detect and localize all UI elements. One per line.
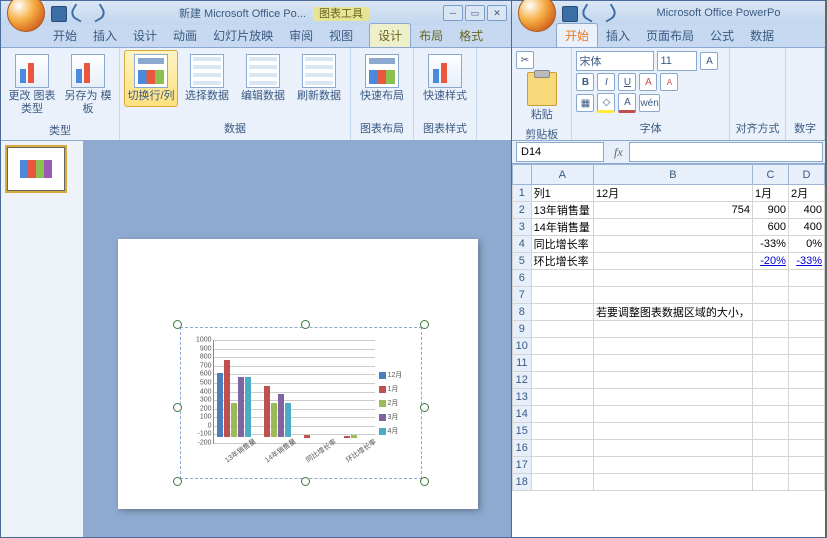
quick-style-button[interactable]: 快速样式 — [418, 50, 472, 107]
edit-data-button[interactable]: 编辑数据 — [236, 50, 290, 107]
tab-page-layout[interactable]: 页面布局 — [638, 24, 702, 47]
powerpoint-window: 新建 Microsoft Office Po... 图表工具 ─ ▭ ✕ 开始 … — [0, 0, 512, 538]
resize-handle[interactable] — [173, 477, 182, 486]
slide-editor[interactable]: -200-10001002003004005006007008009001000… — [84, 141, 511, 537]
paste-icon — [527, 72, 557, 106]
group-layout: 快速布局 图表布局 — [351, 48, 414, 140]
save-icon[interactable] — [51, 6, 65, 20]
resize-handle[interactable] — [301, 477, 310, 486]
tab-view[interactable]: 视图 — [321, 24, 361, 47]
italic-button[interactable]: I — [597, 73, 615, 91]
tab-chart-design[interactable]: 设计 — [369, 23, 411, 47]
name-box[interactable]: D14 — [516, 142, 604, 162]
ppt-ribbon-tabs: 开始 插入 设计 动画 幻灯片放映 审阅 视图 设计 布局 格式 — [1, 25, 511, 47]
resize-handle[interactable] — [173, 320, 182, 329]
group-style: 快速样式 图表样式 — [414, 48, 477, 140]
formula-bar: D14 fx — [512, 141, 825, 164]
shrink-font-icon[interactable]: A — [660, 73, 678, 91]
undo-icon[interactable] — [71, 6, 85, 20]
window-title: Microsoft Office PowerPo — [616, 7, 821, 19]
grow-font-icon[interactable]: A — [639, 73, 657, 91]
tab-animation[interactable]: 动画 — [165, 24, 205, 47]
phonetic-button[interactable]: wén — [639, 94, 659, 112]
change-chart-type-button[interactable]: 更改 图表类型 — [5, 50, 59, 120]
group-data: 切换行/列 选择数据 编辑数据 刷新数据 数据 — [120, 48, 351, 140]
switch-row-col-button[interactable]: 切换行/列 — [124, 50, 178, 107]
slide-canvas[interactable]: -200-10001002003004005006007008009001000… — [118, 239, 478, 509]
restore-button[interactable]: ▭ — [465, 5, 485, 21]
tab-chart-format[interactable]: 格式 — [451, 24, 491, 47]
resize-handle[interactable] — [420, 403, 429, 412]
quick-access-toolbar — [51, 6, 105, 20]
tab-data[interactable]: 数据 — [742, 24, 782, 47]
group-font: 宋体 11 A B I U A A ▦ ◇ A wén 字体 — [572, 48, 729, 140]
refresh-data-button[interactable]: 刷新数据 — [292, 50, 346, 107]
group-align: 对齐方式 — [730, 48, 786, 140]
formula-input[interactable] — [629, 142, 823, 162]
grow-font-button[interactable]: A — [700, 52, 718, 70]
excel-ribbon-tabs: 开始 插入 页面布局 公式 数据 — [512, 25, 825, 47]
tab-insert[interactable]: 插入 — [598, 24, 638, 47]
slide-thumbnail-panel: 1 — [1, 141, 84, 537]
border-button[interactable]: ▦ — [576, 94, 594, 112]
tab-slideshow[interactable]: 幻灯片放映 — [205, 24, 281, 47]
resize-handle[interactable] — [420, 320, 429, 329]
redo-icon[interactable] — [602, 6, 616, 20]
slide-thumbnail[interactable] — [7, 147, 65, 191]
select-data-button[interactable]: 选择数据 — [180, 50, 234, 107]
save-icon[interactable] — [562, 6, 576, 20]
font-size-select[interactable]: 11 — [657, 51, 697, 71]
resize-handle[interactable] — [301, 320, 310, 329]
chart-plot: -200-10001002003004005006007008009001000… — [187, 334, 415, 472]
paste-button[interactable]: 粘贴 — [516, 70, 567, 124]
tab-home[interactable]: 开始 — [556, 23, 598, 47]
resize-handle[interactable] — [420, 477, 429, 486]
cut-button[interactable]: ✂ — [516, 51, 534, 69]
save-template-button[interactable]: 另存为 模板 — [61, 50, 115, 120]
fx-icon[interactable]: fx — [608, 145, 629, 160]
group-number: 数字 — [786, 48, 825, 140]
excel-ribbon: ✂ 粘贴 剪贴板 宋体 11 A B I U A A ▦ ◇ — [512, 47, 825, 141]
fill-color-button[interactable]: ◇ — [597, 93, 615, 113]
minimize-button[interactable]: ─ — [443, 5, 463, 21]
resize-handle[interactable] — [173, 403, 182, 412]
tab-chart-layout[interactable]: 布局 — [411, 24, 451, 47]
quick-layout-button[interactable]: 快速布局 — [355, 50, 409, 107]
window-title: 新建 Microsoft Office Po... 图表工具 — [105, 5, 443, 21]
chart-object[interactable]: -200-10001002003004005006007008009001000… — [180, 327, 422, 479]
close-button[interactable]: ✕ — [487, 5, 507, 21]
bold-button[interactable]: B — [576, 73, 594, 91]
tab-formulas[interactable]: 公式 — [702, 24, 742, 47]
underline-button[interactable]: U — [618, 73, 636, 91]
group-clipboard: ✂ 粘贴 剪贴板 — [512, 48, 572, 140]
chart-legend: 12月1月2月3月4月 — [379, 334, 415, 472]
font-color-button[interactable]: A — [618, 93, 636, 113]
redo-icon[interactable] — [91, 6, 105, 20]
font-family-select[interactable]: 宋体 — [576, 51, 654, 71]
spreadsheet-grid[interactable]: ABCD1列112月1月2月213年销售量754900400314年销售量600… — [512, 164, 825, 537]
excel-titlebar: Microsoft Office PowerPo — [512, 1, 825, 25]
ppt-ribbon: 更改 图表类型 另存为 模板 类型 切换行/列 选择数据 编辑数据 刷新数据 数… — [1, 47, 511, 141]
contextual-tab-title: 图表工具 — [313, 7, 369, 21]
tab-insert[interactable]: 插入 — [85, 24, 125, 47]
excel-window: Microsoft Office PowerPo 开始 插入 页面布局 公式 数… — [512, 0, 826, 538]
undo-icon[interactable] — [582, 6, 596, 20]
tab-home[interactable]: 开始 — [45, 24, 85, 47]
ppt-titlebar: 新建 Microsoft Office Po... 图表工具 ─ ▭ ✕ — [1, 1, 511, 25]
group-type: 更改 图表类型 另存为 模板 类型 — [1, 48, 120, 140]
tab-design[interactable]: 设计 — [125, 24, 165, 47]
tab-review[interactable]: 审阅 — [281, 24, 321, 47]
